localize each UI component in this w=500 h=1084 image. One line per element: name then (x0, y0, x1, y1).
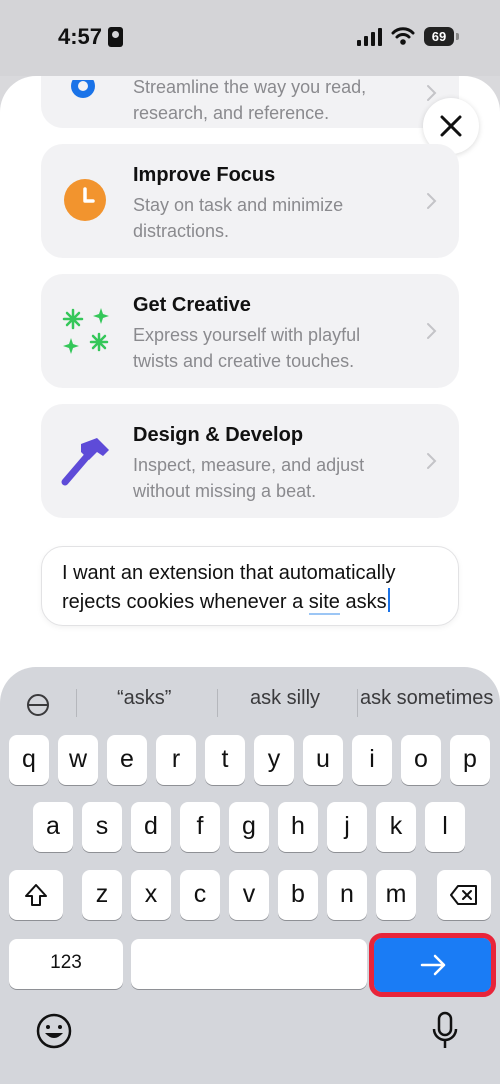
card-title: Improve Focus (133, 164, 276, 186)
prompt-line-2: rejects cookies whenever a site asks (62, 588, 438, 617)
battery-icon (456, 33, 459, 40)
key-j[interactable]: j (327, 802, 367, 852)
microphone-icon[interactable] (430, 1011, 460, 1051)
text-caret (387, 588, 390, 612)
cellular-signal-icon (357, 28, 382, 46)
prompt-text-end: asks (339, 591, 387, 613)
divider (357, 689, 358, 717)
card-design-develop[interactable]: Design & Develop Inspect, measure, and a… (41, 404, 459, 518)
key-z[interactable]: z (82, 870, 122, 920)
keyboard: “asks” ask silly ask sometimes q w e r t… (0, 667, 500, 1084)
backspace-icon (450, 885, 477, 905)
shift-icon (25, 884, 47, 906)
key-w[interactable]: w (58, 735, 98, 785)
key-u[interactable]: u (303, 735, 343, 785)
card-title: Design & Develop (133, 424, 304, 446)
battery-level: 69 (424, 27, 454, 46)
key-l[interactable]: l (425, 802, 465, 852)
wifi-icon (391, 27, 415, 45)
hammer-icon (61, 438, 109, 486)
key-i[interactable]: i (352, 735, 392, 785)
chevron-right-icon (427, 453, 437, 469)
go-button[interactable] (369, 933, 496, 997)
arrow-right-icon (420, 954, 446, 976)
prompt-text: rejects cookies whenever a (62, 591, 309, 613)
chevron-right-icon (427, 193, 437, 209)
key-h[interactable]: h (278, 802, 318, 852)
status-time: 4:57 (58, 24, 103, 49)
card-read-research[interactable]: Streamline the way you read, research, a… (41, 76, 459, 128)
key-t[interactable]: t (205, 735, 245, 785)
key-g[interactable]: g (229, 802, 269, 852)
prompt-line-1: I want an extension that automatically (62, 562, 396, 584)
numbers-key[interactable]: 123 (9, 939, 123, 989)
suggestion-2[interactable]: ask silly (250, 687, 320, 710)
card-description: Streamline the way you read, research, a… (133, 77, 367, 123)
extension-prompt-input[interactable]: I want an extension that automatically r… (41, 546, 459, 626)
key-r[interactable]: r (156, 735, 196, 785)
key-n[interactable]: n (327, 870, 367, 920)
status-bar: 4:57 69 (0, 0, 500, 76)
key-c[interactable]: c (180, 870, 220, 920)
key-e[interactable]: e (107, 735, 147, 785)
emoji-toggle-icon[interactable] (26, 693, 50, 717)
clock-icon (64, 179, 106, 221)
key-m[interactable]: m (376, 870, 416, 920)
contact-card-icon (108, 27, 123, 47)
card-get-creative[interactable]: Get Creative Express yourself with playf… (41, 274, 459, 388)
key-f[interactable]: f (180, 802, 220, 852)
delete-key[interactable] (437, 870, 491, 920)
key-q[interactable]: q (9, 735, 49, 785)
card-title: Get Creative (133, 294, 251, 316)
prompt-underlined-word: site (308, 591, 340, 615)
gear-icon (71, 80, 95, 98)
key-b[interactable]: b (278, 870, 318, 920)
card-description: Inspect, measure, and adjust without mis… (133, 455, 365, 501)
key-k[interactable]: k (376, 802, 416, 852)
shift-key[interactable] (9, 870, 63, 920)
suggestion-3[interactable]: ask sometimes (360, 687, 496, 710)
key-a[interactable]: a (33, 802, 73, 852)
key-s[interactable]: s (82, 802, 122, 852)
key-p[interactable]: p (450, 735, 490, 785)
divider (217, 689, 218, 717)
space-key[interactable] (131, 939, 367, 989)
divider (76, 689, 77, 717)
key-x[interactable]: x (131, 870, 171, 920)
sparkles-icon (62, 308, 109, 354)
key-d[interactable]: d (131, 802, 171, 852)
predictive-bar: “asks” ask silly ask sometimes (0, 675, 500, 721)
key-v[interactable]: v (229, 870, 269, 920)
key-o[interactable]: o (401, 735, 441, 785)
emoji-icon[interactable] (36, 1013, 72, 1049)
suggestion-1[interactable]: “asks” (117, 687, 171, 710)
card-improve-focus[interactable]: Improve Focus Stay on task and minimize … (41, 144, 459, 258)
key-y[interactable]: y (254, 735, 294, 785)
card-description: Stay on task and minimize distractions. (133, 195, 344, 241)
chevron-right-icon (427, 323, 437, 339)
card-description: Express yourself with playful twists and… (133, 325, 361, 371)
